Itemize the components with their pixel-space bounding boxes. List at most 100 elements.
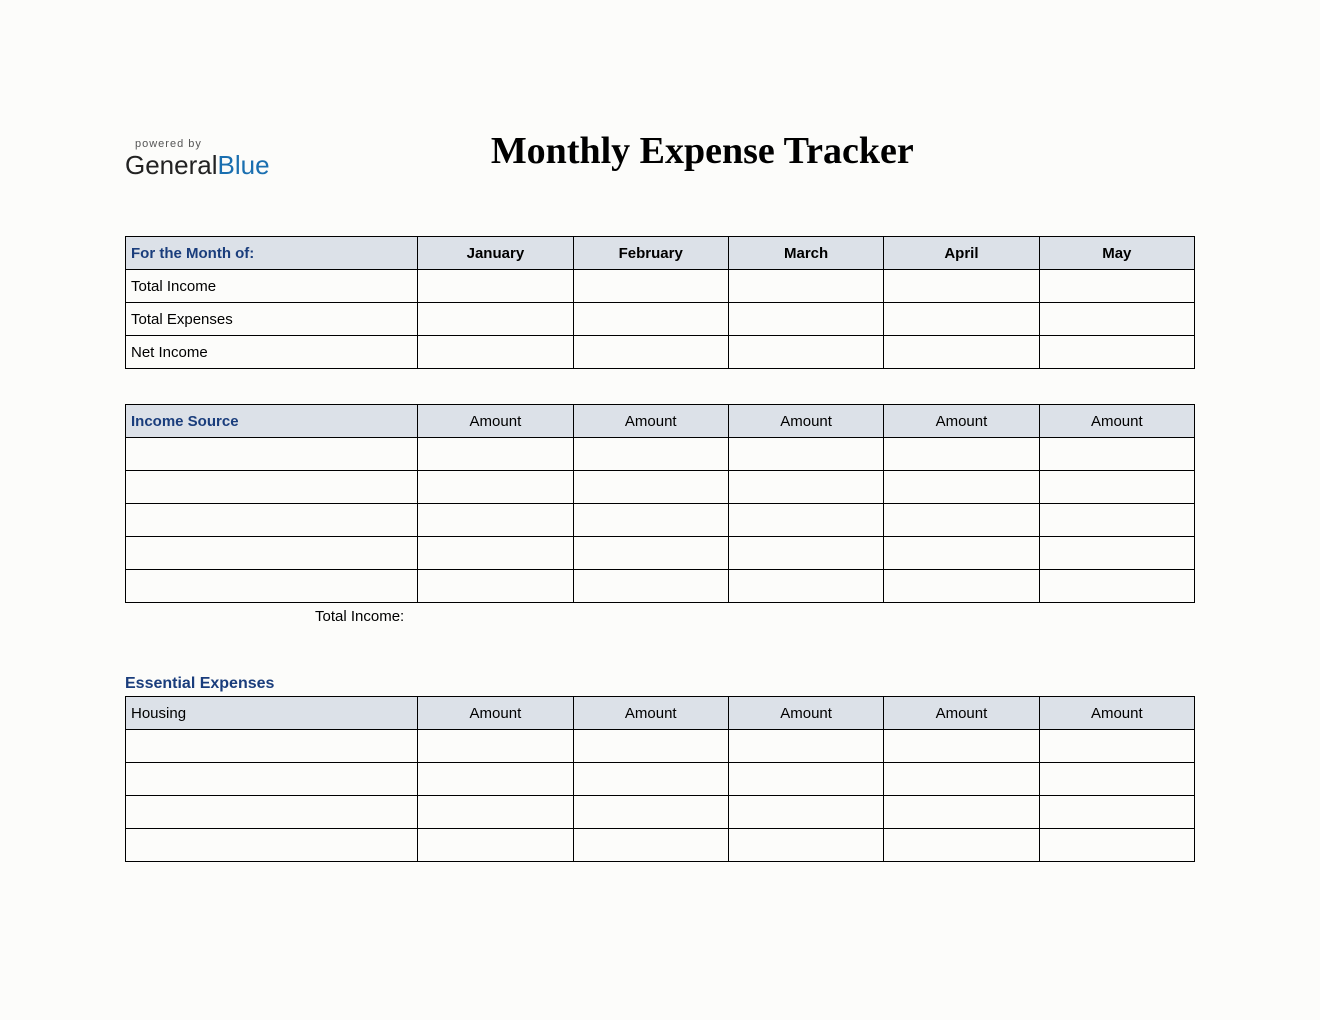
cell[interactable]	[573, 270, 728, 303]
cell[interactable]	[884, 336, 1039, 369]
table-row	[126, 730, 1195, 763]
cell[interactable]	[728, 730, 883, 763]
cell[interactable]	[126, 763, 418, 796]
cell[interactable]	[418, 829, 573, 862]
cell[interactable]	[884, 537, 1039, 570]
cell[interactable]	[1039, 796, 1194, 829]
cell[interactable]	[1039, 570, 1194, 603]
cell[interactable]	[884, 570, 1039, 603]
cell[interactable]	[884, 438, 1039, 471]
cell[interactable]	[126, 829, 418, 862]
cell[interactable]	[126, 796, 418, 829]
cell[interactable]	[1039, 730, 1194, 763]
cell[interactable]	[1039, 336, 1194, 369]
cell[interactable]	[884, 829, 1039, 862]
table-row	[126, 763, 1195, 796]
summary-table: For the Month of: January February March…	[125, 236, 1195, 369]
cell[interactable]	[884, 763, 1039, 796]
cell[interactable]	[1039, 303, 1194, 336]
cell[interactable]	[418, 537, 573, 570]
cell[interactable]	[126, 471, 418, 504]
row-label: Net Income	[126, 336, 418, 369]
amount-header: Amount	[884, 697, 1039, 730]
cell[interactable]	[418, 796, 573, 829]
cell[interactable]	[573, 303, 728, 336]
cell[interactable]	[728, 829, 883, 862]
cell[interactable]	[573, 504, 728, 537]
cell[interactable]	[1039, 504, 1194, 537]
cell[interactable]	[728, 438, 883, 471]
cell[interactable]	[418, 763, 573, 796]
cell[interactable]	[126, 730, 418, 763]
month-header: April	[884, 237, 1039, 270]
cell[interactable]	[126, 570, 418, 603]
table-header-row: Housing Amount Amount Amount Amount Amou…	[126, 697, 1195, 730]
table-header-row: For the Month of: January February March…	[126, 237, 1195, 270]
cell[interactable]	[728, 763, 883, 796]
cell[interactable]	[728, 570, 883, 603]
cell[interactable]	[573, 796, 728, 829]
cell[interactable]	[573, 537, 728, 570]
cell[interactable]	[884, 504, 1039, 537]
cell[interactable]	[573, 763, 728, 796]
cell[interactable]	[884, 270, 1039, 303]
cell[interactable]	[573, 570, 728, 603]
cell[interactable]	[418, 270, 573, 303]
cell[interactable]	[1039, 270, 1194, 303]
month-label-header: For the Month of:	[126, 237, 418, 270]
table-row	[126, 570, 1195, 603]
cell[interactable]	[573, 829, 728, 862]
cell[interactable]	[884, 303, 1039, 336]
cell[interactable]	[418, 504, 573, 537]
cell[interactable]	[728, 796, 883, 829]
cell[interactable]	[573, 471, 728, 504]
amount-header: Amount	[418, 697, 573, 730]
cell[interactable]	[728, 537, 883, 570]
cell[interactable]	[418, 471, 573, 504]
table-row	[126, 537, 1195, 570]
cell[interactable]	[1039, 438, 1194, 471]
month-header: March	[728, 237, 883, 270]
cell[interactable]	[728, 504, 883, 537]
income-table: Income Source Amount Amount Amount Amoun…	[125, 404, 1195, 603]
table-header-row: Income Source Amount Amount Amount Amoun…	[126, 405, 1195, 438]
cell[interactable]	[728, 336, 883, 369]
month-header: February	[573, 237, 728, 270]
cell[interactable]	[418, 303, 573, 336]
cell[interactable]	[728, 303, 883, 336]
amount-header: Amount	[1039, 697, 1194, 730]
page-title: Monthly Expense Tracker	[210, 129, 1195, 173]
cell[interactable]	[884, 796, 1039, 829]
amount-header: Amount	[1039, 405, 1194, 438]
cell[interactable]	[126, 504, 418, 537]
cell[interactable]	[126, 537, 418, 570]
income-source-header: Income Source	[126, 405, 418, 438]
cell[interactable]	[1039, 537, 1194, 570]
cell[interactable]	[418, 336, 573, 369]
amount-header: Amount	[418, 405, 573, 438]
cell[interactable]	[573, 336, 728, 369]
cell[interactable]	[418, 438, 573, 471]
cell[interactable]	[126, 438, 418, 471]
housing-header: Housing	[126, 697, 418, 730]
table-row	[126, 504, 1195, 537]
total-income-label: Total Income:	[315, 608, 1195, 625]
cell[interactable]	[728, 471, 883, 504]
table-row: Total Expenses	[126, 303, 1195, 336]
cell[interactable]	[573, 438, 728, 471]
cell[interactable]	[884, 471, 1039, 504]
cell[interactable]	[573, 730, 728, 763]
cell[interactable]	[1039, 829, 1194, 862]
table-row: Net Income	[126, 336, 1195, 369]
cell[interactable]	[418, 730, 573, 763]
month-header: January	[418, 237, 573, 270]
amount-header: Amount	[573, 405, 728, 438]
row-label: Total Income	[126, 270, 418, 303]
amount-header: Amount	[573, 697, 728, 730]
cell[interactable]	[1039, 763, 1194, 796]
cell[interactable]	[1039, 471, 1194, 504]
cell[interactable]	[884, 730, 1039, 763]
table-row: Total Income	[126, 270, 1195, 303]
cell[interactable]	[418, 570, 573, 603]
cell[interactable]	[728, 270, 883, 303]
